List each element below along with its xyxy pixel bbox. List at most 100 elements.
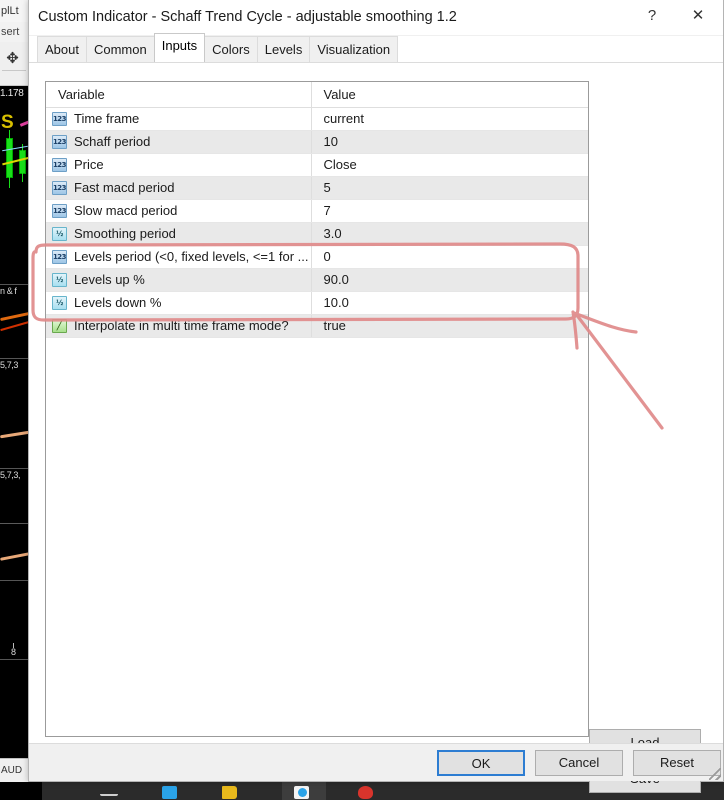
subpane-label: 5,7,3, <box>0 470 21 480</box>
variable-cell[interactable]: 123 Fast macd period <box>46 176 312 200</box>
variable-cell[interactable]: 123 Levels period (<0, fixed levels, <=1… <box>46 245 312 269</box>
int-type-icon: 123 <box>52 180 67 195</box>
axis-tick-label: 8 <box>11 647 17 657</box>
red-indicator-line <box>0 320 30 332</box>
int-type-icon: 123 <box>52 111 67 126</box>
value-cell[interactable]: current <box>311 107 588 131</box>
value-cell[interactable]: 5 <box>311 176 588 200</box>
candle-wick <box>9 130 10 188</box>
int-type-icon: 123 <box>52 157 67 172</box>
chart-price-label: 1.178 <box>0 88 24 99</box>
table-row[interactable]: 123 Schaff period 10 <box>46 130 588 154</box>
value-cell[interactable]: true <box>311 314 588 338</box>
variable-cell[interactable]: 123 Slow macd period <box>46 199 312 223</box>
value-cell[interactable]: 10.0 <box>311 291 588 315</box>
table-row[interactable]: 123 Price Close <box>46 153 588 177</box>
variable-cell[interactable]: 123 Schaff period <box>46 130 312 154</box>
tab-strip[interactable]: About Common Inputs Colors Levels Visual… <box>29 33 723 62</box>
variable-cell[interactable]: ½ Levels up % <box>46 268 312 292</box>
tab-about[interactable]: About <box>37 36 87 62</box>
help-button[interactable]: ? <box>629 0 675 30</box>
variable-label: Levels period (<0, fixed levels, <=1 for… <box>74 249 309 264</box>
subpane-label: 5,7,3 <box>0 360 19 370</box>
tab-inputs[interactable]: Inputs <box>153 33 206 62</box>
taskbar-media-icon[interactable] <box>358 786 373 799</box>
candle-wick <box>22 144 23 182</box>
value-cell[interactable]: 7 <box>311 199 588 223</box>
background-statusbar: AUD <box>0 758 30 782</box>
table-row[interactable]: 123 Fast macd period 5 <box>46 176 588 200</box>
value-cell[interactable]: 90.0 <box>311 268 588 292</box>
variable-label: Smoothing period <box>74 226 176 241</box>
background-menubar-secondary: sert <box>0 22 30 42</box>
double-type-icon: ½ <box>52 272 67 287</box>
indicator-subpane: n & f <box>0 284 30 358</box>
background-price-chart: 1.178 S n & f 5,7,3 5,7,3, 8 <box>0 86 30 758</box>
tab-colors[interactable]: Colors <box>204 36 258 62</box>
ok-button[interactable]: OK <box>437 750 525 776</box>
variable-label: Fast macd period <box>74 180 175 195</box>
value-cell[interactable]: 3.0 <box>311 222 588 246</box>
taskbar-folder-icon[interactable] <box>222 786 237 799</box>
tab-visualization[interactable]: Visualization <box>309 36 399 62</box>
table-row[interactable]: 123 Levels period (<0, fixed levels, <=1… <box>46 245 588 269</box>
crosshair-icon: ✥ <box>6 50 19 67</box>
table-header-row: Variable Value <box>46 82 588 108</box>
tab-common[interactable]: Common <box>85 36 155 62</box>
indicator-curve <box>0 552 30 561</box>
variable-label: Time frame <box>74 111 140 126</box>
variable-label: Levels up % <box>74 272 145 287</box>
value-cell[interactable]: Close <box>311 153 588 177</box>
column-header-value[interactable]: Value <box>311 82 588 108</box>
taskbar-app-badge-icon[interactable] <box>298 788 307 797</box>
toolbar-divider <box>2 70 26 71</box>
background-toolbar: ✥ <box>0 42 30 86</box>
variable-cell[interactable]: ½ Smoothing period <box>46 222 312 246</box>
inputs-tab-page: Variable Value 123 Time frame current 12… <box>29 62 723 793</box>
value-cell[interactable]: 10 <box>311 130 588 154</box>
table-row[interactable]: 123 Slow macd period 7 <box>46 199 588 223</box>
table-row[interactable]: ½ Smoothing period 3.0 <box>46 222 588 246</box>
title-bar: Custom Indicator - Schaff Trend Cycle - … <box>29 0 723 36</box>
variable-label: Price <box>74 157 104 172</box>
int-type-icon: 123 <box>52 134 67 149</box>
close-button[interactable]: ✕ <box>675 0 721 30</box>
variable-cell[interactable]: ╱ Interpolate in multi time frame mode? <box>46 314 312 338</box>
variable-cell[interactable]: 123 Price <box>46 153 312 177</box>
table-row[interactable]: 123 Time frame current <box>46 107 588 131</box>
table-body: 123 Time frame current 123 Schaff period… <box>46 107 588 338</box>
value-cell[interactable]: 0 <box>311 245 588 269</box>
parameters-table[interactable]: Variable Value 123 Time frame current 12… <box>45 81 589 737</box>
column-header-variable[interactable]: Variable <box>46 82 312 108</box>
indicator-subpane: 5,7,3 <box>0 358 30 468</box>
variable-cell[interactable]: 123 Time frame <box>46 107 312 131</box>
bool-type-icon: ╱ <box>52 318 67 333</box>
close-icon: ✕ <box>691 7 705 24</box>
chart-time-axis: 8 <box>0 580 30 660</box>
int-type-icon: 123 <box>52 249 67 264</box>
dotted-level <box>0 523 30 524</box>
taskbar-browser-icon[interactable] <box>162 786 177 799</box>
tab-levels[interactable]: Levels <box>256 36 311 62</box>
background-menubar: plLt <box>0 0 30 22</box>
resize-grip-icon[interactable] <box>709 768 721 780</box>
dialog-footer: OK Cancel Reset <box>29 743 723 781</box>
table-row[interactable]: ½ Levels down % 10.0 <box>46 291 588 315</box>
table-row[interactable]: ½ Levels up % 90.0 <box>46 268 588 292</box>
variable-label: Interpolate in multi time frame mode? <box>74 318 289 333</box>
orange-indicator-line <box>0 311 30 322</box>
cancel-button[interactable]: Cancel <box>535 750 623 776</box>
double-type-icon: ½ <box>52 295 67 310</box>
chart-symbol-letter: S <box>1 112 14 133</box>
table-row[interactable]: ╱ Interpolate in multi time frame mode? … <box>46 314 588 338</box>
question-mark-icon: ? <box>647 6 657 24</box>
subpane-label: n & f <box>0 286 17 296</box>
variable-label: Slow macd period <box>74 203 178 218</box>
screen: plLt sert ✥ 1.178 S n & f 5,7,3 5,7,3, 8… <box>0 0 724 800</box>
custom-indicator-dialog: Custom Indicator - Schaff Trend Cycle - … <box>28 0 724 793</box>
int-type-icon: 123 <box>52 203 67 218</box>
window-title: Custom Indicator - Schaff Trend Cycle - … <box>38 9 457 25</box>
variable-cell[interactable]: ½ Levels down % <box>46 291 312 315</box>
reset-button[interactable]: Reset <box>633 750 721 776</box>
taskbar-window-icon[interactable] <box>100 788 118 796</box>
